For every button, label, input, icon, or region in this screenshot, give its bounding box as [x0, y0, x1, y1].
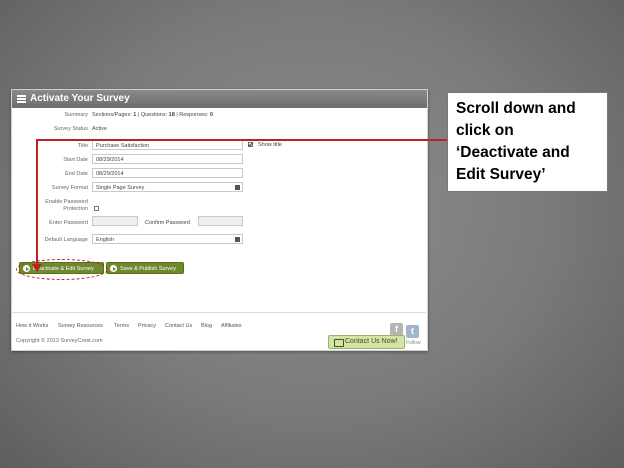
callout-line-2: click on: [456, 122, 514, 139]
instruction-callout: Scroll down and click on ‘Deactivate and…: [447, 92, 608, 192]
callout-arrow: [32, 139, 447, 272]
callout-line-4: Edit Survey’: [456, 166, 546, 183]
callout-line-1: Scroll down and: [456, 100, 576, 117]
callout-line-3: ‘Deactivate and: [456, 144, 570, 161]
